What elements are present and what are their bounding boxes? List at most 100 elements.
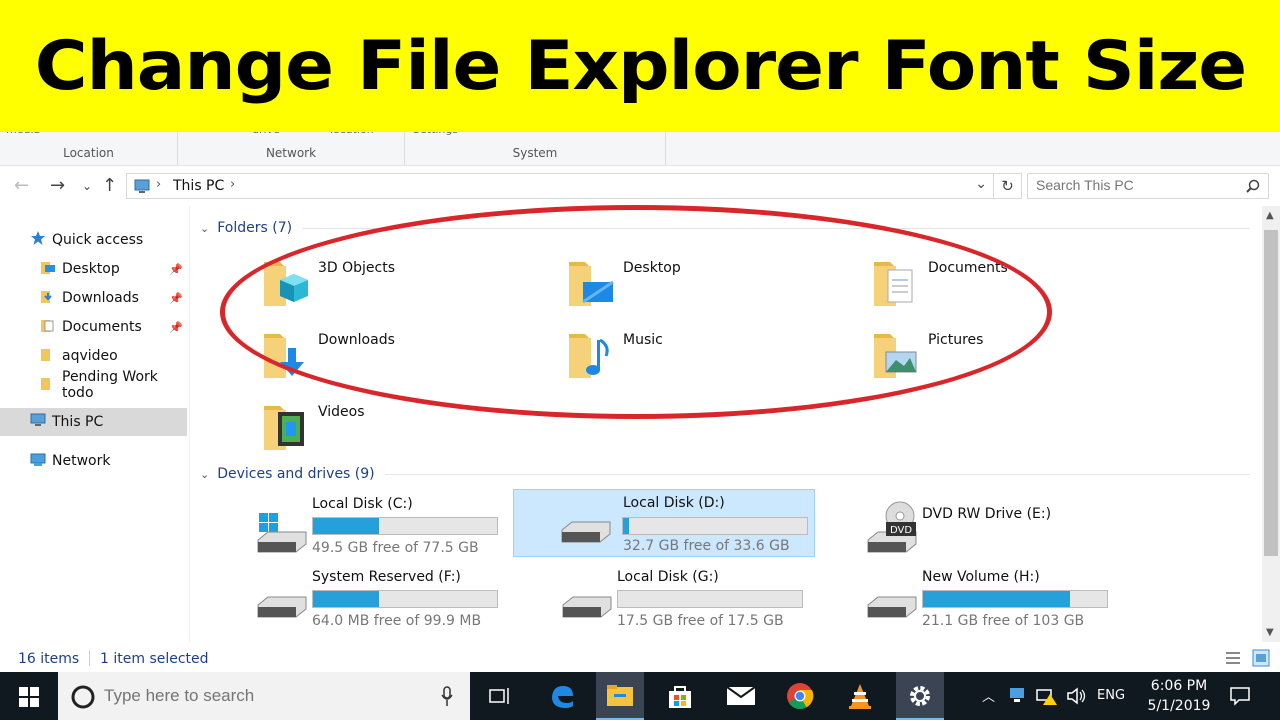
folder-tile-pictures[interactable]: Pictures xyxy=(870,326,1160,390)
folder-icon xyxy=(40,375,56,395)
breadcrumb-chevron-icon[interactable]: › xyxy=(230,177,235,192)
address-path[interactable]: This PC xyxy=(173,178,224,194)
status-bar: 16 items 1 item selected xyxy=(0,645,1280,672)
clock-date[interactable]: 5/1/2019 xyxy=(1146,698,1212,714)
ribbon-group-label: System xyxy=(512,146,558,160)
input-language[interactable]: ENG xyxy=(1097,688,1125,703)
folder-name: Music xyxy=(623,332,663,348)
drive-tile-c[interactable]: Local Disk (C:) 49.5 GB free of 77.5 GB xyxy=(254,492,554,560)
desktop-folder-icon xyxy=(40,259,56,279)
address-bar[interactable]: › This PC › ⌄ xyxy=(126,173,994,199)
mail-button[interactable] xyxy=(717,672,765,720)
drive-tile-g[interactable]: Local Disk (G:) 17.5 GB free of 17.5 GB xyxy=(559,565,859,633)
sidebar-item-this-pc[interactable]: This PC xyxy=(0,408,187,436)
start-button[interactable] xyxy=(0,672,58,720)
drive-usage-fill xyxy=(313,518,380,534)
drive-tile-e[interactable]: DVD DVD RW Drive (E:) xyxy=(864,492,1164,560)
drives-section-header[interactable]: ⌄ Devices and drives (9) xyxy=(200,466,1250,482)
ribbon-group-label: Network xyxy=(265,146,317,160)
vertical-scrollbar[interactable]: ▲ ▼ xyxy=(1262,206,1280,642)
drive-usage-bar xyxy=(312,590,498,608)
back-arrow-icon[interactable]: ← xyxy=(14,176,29,196)
settings-button[interactable] xyxy=(896,672,944,720)
taskbar-search-box[interactable] xyxy=(58,672,470,720)
drive-name: System Reserved (F:) xyxy=(312,569,461,585)
breadcrumb-chevron-icon[interactable]: › xyxy=(156,177,161,192)
music-folder-icon xyxy=(569,334,609,378)
address-dropdown-chevron-icon[interactable]: ⌄ xyxy=(975,176,987,192)
videos-folder-icon xyxy=(264,406,304,450)
search-icon[interactable] xyxy=(1246,179,1260,193)
chrome-browser-button[interactable] xyxy=(776,672,824,720)
clock-time[interactable]: 6:06 PM xyxy=(1146,678,1212,694)
store-bag-icon xyxy=(669,686,691,708)
drive-tile-d[interactable]: Local Disk (D:) 32.7 GB free of 33.6 GB xyxy=(513,489,815,557)
action-center-icon[interactable] xyxy=(1229,686,1251,706)
sidebar-item-network[interactable]: Network xyxy=(0,447,187,475)
network-icon xyxy=(30,451,46,471)
navigation-pane: Quick access Desktop 📌 Downloads 📌 Docum… xyxy=(0,206,190,642)
drive-usage-fill xyxy=(623,518,629,534)
scroll-thumb[interactable] xyxy=(1264,230,1278,556)
show-hidden-icons-chevron-icon[interactable]: ︿ xyxy=(982,686,995,705)
folder-name: Downloads xyxy=(318,332,395,348)
search-input[interactable] xyxy=(1036,177,1246,193)
scroll-down-icon[interactable]: ▼ xyxy=(1266,627,1274,638)
documents-folder-icon xyxy=(40,317,56,337)
scroll-up-icon[interactable]: ▲ xyxy=(1266,210,1274,221)
chrome-icon xyxy=(787,683,814,710)
task-view-button[interactable] xyxy=(476,672,524,720)
sidebar-item-aqvideo[interactable]: aqvideo xyxy=(0,342,187,370)
pin-icon[interactable]: 📌 xyxy=(169,263,183,276)
banner-title: Change File Explorer Font Size xyxy=(34,26,1246,106)
drive-usage-bar xyxy=(617,590,803,608)
edge-browser-button[interactable] xyxy=(538,672,586,720)
windows-logo-icon xyxy=(19,687,39,707)
collapse-chevron-icon[interactable]: ⌄ xyxy=(200,222,209,235)
sidebar-item-pending-work-todo[interactable]: Pending Work todo xyxy=(0,369,187,401)
drive-tile-f[interactable]: System Reserved (F:) 64.0 MB free of 99.… xyxy=(254,565,554,633)
collapse-chevron-icon[interactable]: ⌄ xyxy=(200,468,209,481)
star-icon xyxy=(30,230,46,250)
sidebar-item-quick-access[interactable]: Quick access xyxy=(0,226,187,254)
sidebar-item-documents[interactable]: Documents 📌 xyxy=(0,313,187,341)
folder-tile-documents[interactable]: Documents xyxy=(870,254,1160,318)
documents-folder-icon xyxy=(874,262,913,306)
forward-arrow-icon[interactable]: → xyxy=(50,176,65,196)
volume-icon[interactable] xyxy=(1066,687,1086,705)
drive-usage-fill xyxy=(923,591,1071,607)
taskbar-search-input[interactable] xyxy=(104,686,424,706)
folder-tile-downloads[interactable]: Downloads xyxy=(260,326,550,390)
drive-name: Local Disk (C:) xyxy=(312,496,413,512)
folder-tile-desktop[interactable]: Desktop xyxy=(565,254,855,318)
pin-icon[interactable]: 📌 xyxy=(169,321,183,334)
network-warning-icon[interactable] xyxy=(1036,686,1058,706)
search-box[interactable] xyxy=(1027,173,1269,199)
folder-tile-music[interactable]: Music xyxy=(565,326,855,390)
store-button[interactable] xyxy=(656,672,704,720)
pin-icon[interactable]: 📌 xyxy=(169,292,183,305)
folder-tile-videos[interactable]: Videos xyxy=(260,398,550,462)
vlc-player-button[interactable] xyxy=(836,672,884,720)
sidebar-item-desktop[interactable]: Desktop 📌 xyxy=(0,255,187,283)
recent-locations-chevron-icon[interactable]: ⌄ xyxy=(82,176,92,196)
refresh-button[interactable]: ↻ xyxy=(994,173,1022,199)
file-explorer-button[interactable] xyxy=(596,672,644,720)
drive-free-space: 17.5 GB free of 17.5 GB xyxy=(617,613,784,629)
folders-section-header[interactable]: ⌄ Folders (7) xyxy=(200,220,1250,236)
details-view-icon[interactable] xyxy=(1225,650,1241,666)
divider xyxy=(89,650,90,666)
sidebar-item-downloads[interactable]: Downloads 📌 xyxy=(0,284,187,312)
large-icons-view-icon[interactable] xyxy=(1252,649,1270,667)
microphone-icon[interactable] xyxy=(440,686,454,708)
sidebar-item-label: aqvideo xyxy=(62,348,118,364)
section-title: Devices and drives (9) xyxy=(217,466,375,482)
mail-envelope-icon xyxy=(726,686,756,705)
drive-tile-h[interactable]: New Volume (H:) 21.1 GB free of 103 GB xyxy=(864,565,1164,633)
network-device-icon[interactable] xyxy=(1008,686,1028,704)
folder-tile-3d-objects[interactable]: 3D Objects xyxy=(260,254,550,318)
up-arrow-icon[interactable]: ↑ xyxy=(102,176,117,196)
ribbon-group-label: Location xyxy=(63,146,114,160)
sidebar-item-label: Quick access xyxy=(52,232,144,248)
drive-usage-bar xyxy=(312,517,498,535)
